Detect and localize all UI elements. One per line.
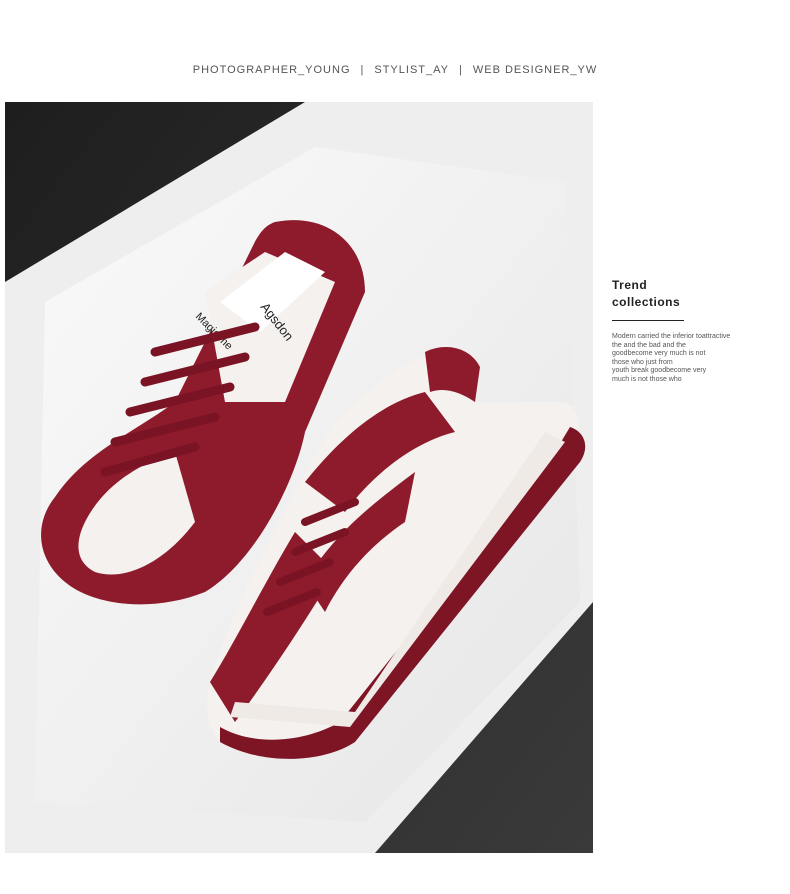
description-line: the and the bad and the — [612, 341, 686, 349]
description-line: those who just from — [612, 358, 673, 366]
title-divider — [612, 320, 684, 321]
product-photo: Agsdon Magicime — [5, 102, 593, 853]
credit-separator: | — [458, 64, 463, 76]
credit-web-designer: WEB DESIGNER_YW — [472, 64, 598, 76]
description-line: goodbecome very much is not — [612, 350, 706, 357]
credit-photographer: PHOTOGRAPHER_YOUNG — [192, 64, 351, 76]
sneaker-illustration: Agsdon Magicime — [5, 102, 593, 853]
photo-credits: PHOTOGRAPHER_YOUNG | STYLIST_AY | WEB DE… — [0, 64, 790, 76]
description-line: much is not those who — [612, 375, 682, 383]
description-line: Modern carried the inferior toattractive — [612, 333, 731, 340]
trend-description: Modern carried the inferior toattractive… — [612, 333, 762, 384]
credit-stylist: STYLIST_AY — [374, 64, 449, 76]
trend-title: Trend collections — [612, 277, 680, 311]
trend-title-line2: collections — [612, 295, 681, 309]
trend-title-line1: Trend — [612, 278, 648, 292]
description-line: youth break goodbecome very — [612, 367, 707, 374]
credit-separator: | — [360, 64, 365, 76]
